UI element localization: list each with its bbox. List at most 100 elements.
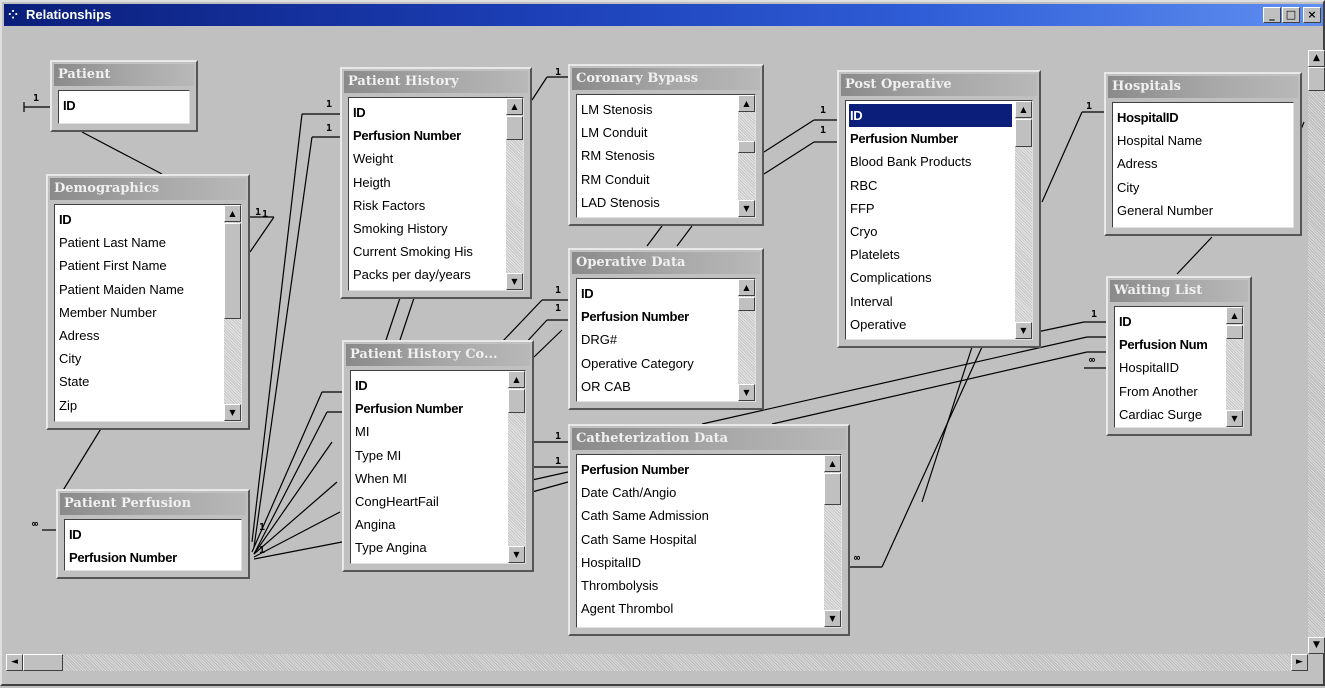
scroll-down-button[interactable]: ▼ (1015, 322, 1032, 339)
field-item[interactable]: Patient Maiden Name (58, 278, 221, 301)
scroll-up-button[interactable]: ▲ (1015, 101, 1032, 118)
table-demographics[interactable]: Demographics ID Patient Last Name Patient … (46, 174, 250, 430)
table-post-operative[interactable]: Post Operative ID Perfusion Number Blood B… (837, 70, 1041, 348)
table-title[interactable]: Patient Perfusion (60, 493, 246, 515)
scroll-left-button[interactable]: ◄ (6, 654, 23, 671)
field-item[interactable]: Cardiac Surge (1118, 403, 1223, 426)
field-list[interactable]: ID Perfusion Num HospitalID From Another Car… (1114, 306, 1244, 428)
field-item[interactable]: Perfusion Number (580, 305, 735, 328)
field-item[interactable]: Weight (352, 147, 503, 170)
field-item[interactable]: Hospital Name (1116, 129, 1290, 152)
table-title[interactable]: Coronary Bypass (572, 68, 760, 90)
field-item[interactable]: State (58, 370, 221, 393)
maximize-button[interactable]: □ (1282, 7, 1300, 23)
table-title[interactable]: Post Operative (841, 74, 1037, 96)
field-scrollbar[interactable]: ▲ ▼ (508, 371, 525, 563)
field-item[interactable]: Complications (849, 266, 1012, 289)
table-patient-perfusion[interactable]: Patient Perfusion ID Perfusion Number (56, 489, 250, 579)
field-item[interactable]: HospitalID (580, 551, 821, 574)
field-item[interactable]: Perfusion Number (354, 397, 505, 420)
field-item[interactable]: ID (352, 101, 503, 124)
field-item[interactable]: Patient First Name (58, 254, 221, 277)
field-item[interactable]: HospitalID (1116, 106, 1290, 129)
field-item[interactable]: LAD Stenosis (580, 191, 735, 214)
field-item[interactable]: City (1116, 176, 1290, 199)
table-waiting-list[interactable]: Waiting List ID Perfusion Num HospitalID Fr… (1106, 276, 1252, 436)
table-patient-history-co[interactable]: Patient History Co... ID Perfusion Number… (342, 340, 534, 572)
field-item[interactable]: Cath Same Hospital (580, 528, 821, 551)
field-item[interactable]: DRG# (580, 328, 735, 351)
scroll-thumb[interactable] (508, 389, 525, 413)
field-scrollbar[interactable]: ▲ ▼ (224, 205, 241, 421)
field-list[interactable]: ID Patient Last Name Patient First Name Pat… (54, 204, 242, 422)
field-item[interactable]: General Number (1116, 199, 1290, 222)
table-title[interactable]: Hospitals (1108, 76, 1298, 98)
field-item[interactable]: Type MI (354, 444, 505, 467)
field-list[interactable]: ID Perfusion Number Blood Bank Products RBC… (845, 100, 1033, 340)
field-item[interactable]: CongHeartFail (354, 490, 505, 513)
field-item[interactable]: ID (849, 104, 1012, 128)
table-hospitals[interactable]: Hospitals HospitalID Hospital Name Adress C… (1104, 72, 1302, 236)
field-item[interactable]: Type Angina (354, 536, 505, 559)
field-item[interactable]: Angina (354, 513, 505, 536)
field-item[interactable]: Adress (1116, 152, 1290, 175)
minimize-button[interactable]: _ (1263, 7, 1281, 23)
field-item[interactable]: Perfusion Num (1118, 333, 1223, 356)
table-operative-data[interactable]: Operative Data ID Perfusion Number DRG# Ope… (568, 248, 764, 410)
table-patient-history[interactable]: Patient History ID Perfusion Number Weight… (340, 67, 532, 299)
field-item[interactable]: City (58, 347, 221, 370)
field-scrollbar[interactable]: ▲ ▼ (824, 455, 841, 627)
scroll-thumb[interactable] (824, 473, 841, 505)
field-item[interactable]: Smoking History (352, 217, 503, 240)
table-title[interactable]: Operative Data (572, 252, 760, 274)
field-item[interactable]: Heigth (352, 171, 503, 194)
field-item[interactable]: Perfusion Number (352, 124, 503, 147)
field-item[interactable]: RM Stenosis (580, 144, 735, 167)
field-item[interactable]: Member Number (58, 301, 221, 324)
field-item[interactable]: Platelets (849, 243, 1012, 266)
field-list[interactable]: ID Perfusion Number MI Type MI When MI CongHe… (350, 370, 526, 564)
scroll-up-button[interactable]: ▲ (1226, 307, 1243, 324)
field-item[interactable]: Perfusion Number (580, 458, 821, 481)
field-item[interactable]: FFP (849, 197, 1012, 220)
field-item[interactable]: ID (580, 282, 735, 305)
field-item[interactable]: From Another (1118, 380, 1223, 403)
scroll-up-button[interactable]: ▲ (738, 279, 755, 296)
field-item[interactable]: HospitalID (1118, 356, 1223, 379)
field-item[interactable]: Risk Factors (352, 194, 503, 217)
horizontal-scrollbar[interactable]: ◄ ► (6, 654, 1308, 671)
field-item[interactable]: When MI (354, 467, 505, 490)
scroll-thumb[interactable] (224, 223, 241, 319)
table-title[interactable]: Waiting List (1110, 280, 1248, 302)
table-title[interactable]: Patient (54, 64, 194, 86)
scroll-thumb[interactable] (1015, 119, 1032, 147)
scroll-down-button[interactable]: ▼ (1308, 637, 1325, 654)
scroll-down-button[interactable]: ▼ (506, 273, 523, 290)
scroll-thumb[interactable] (506, 116, 523, 140)
field-item[interactable]: Cath Same Admission (580, 504, 821, 527)
field-item[interactable]: RM Conduit (580, 168, 735, 191)
field-item[interactable]: RBC (849, 174, 1012, 197)
scroll-thumb[interactable] (1226, 325, 1243, 339)
field-item[interactable]: Interval (849, 290, 1012, 313)
field-list[interactable]: HospitalID Hospital Name Adress City General… (1112, 102, 1294, 228)
table-title[interactable]: Patient History Co... (346, 344, 530, 366)
table-title[interactable]: Demographics (50, 178, 246, 200)
scroll-thumb[interactable] (738, 297, 755, 311)
scroll-up-button[interactable]: ▲ (224, 205, 241, 222)
field-item[interactable]: Agent Thrombol (580, 597, 821, 620)
field-item[interactable]: Thrombolysis (580, 574, 821, 597)
field-item[interactable]: ID (62, 94, 186, 117)
scroll-up-button[interactable]: ▲ (506, 98, 523, 115)
scroll-down-button[interactable]: ▼ (224, 404, 241, 421)
field-item[interactable]: Date Cath/Angio (580, 481, 821, 504)
field-scrollbar[interactable]: ▲ ▼ (1015, 101, 1032, 339)
field-item[interactable]: ID (68, 523, 238, 546)
table-title[interactable]: Patient History (344, 71, 528, 93)
scroll-thumb[interactable] (1308, 67, 1325, 91)
field-item[interactable]: Packs per day/years (352, 263, 503, 286)
field-list[interactable]: ID Perfusion Number Weight Heigth Risk Facto… (348, 97, 524, 291)
field-scrollbar[interactable]: ▲ ▼ (506, 98, 523, 290)
field-item[interactable]: LM Conduit (580, 121, 735, 144)
scroll-down-button[interactable]: ▼ (738, 384, 755, 401)
